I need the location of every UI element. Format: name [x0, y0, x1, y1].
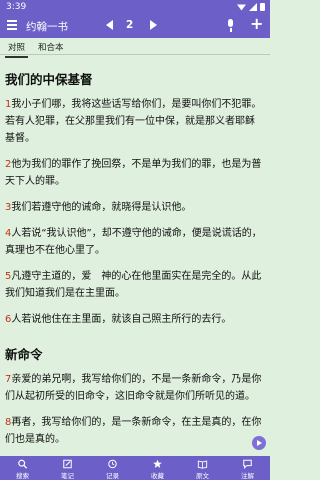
verse[interactable]: 4人若说“我认识他”，却不遵守他的诫命，便是说谎话的，真理也不在他心里了。 [5, 225, 262, 259]
chapter-number[interactable]: 2 [126, 19, 133, 31]
battery-icon [260, 3, 265, 11]
section-heading: 新命令 [5, 347, 43, 362]
verse-text: 凡遵守主道的，爱 神的心在他里面实在是完全的。从此我们知道我们是在主里面。 [5, 271, 262, 299]
verse-text: 他为我们的罪作了挽回祭，不是单为我们的罪，也是为普天下人的罪。 [5, 159, 262, 187]
nav-notes[interactable]: 笔记 [45, 456, 90, 480]
search-icon [18, 459, 28, 469]
verse-text: 亲爱的弟兄啊，我写给你们的，不是一条新命令，乃是你们从起初所受的旧命令，这旧命令… [5, 374, 262, 402]
menu-icon[interactable] [7, 20, 17, 31]
verse-text: 我们若遵守他的诫命，就晓得是认识他。 [11, 202, 192, 213]
book-icon [197, 460, 208, 469]
nav-history[interactable]: 记录 [90, 456, 135, 480]
verse-text: 我小子们哪，我将这些话写给你们，是要叫你们不犯罪。若有人犯罪，在父那里我们有一位… [5, 99, 262, 144]
nav-favorites[interactable]: 收藏 [135, 456, 180, 480]
history-icon [108, 459, 117, 469]
microphone-icon[interactable] [227, 19, 234, 33]
nav-search[interactable]: 搜索 [0, 456, 45, 480]
version-tabs: 对照 和合本 [0, 38, 270, 58]
star-icon [153, 459, 162, 468]
previous-chapter-icon[interactable] [106, 20, 113, 30]
wifi-icon [237, 4, 246, 11]
verse[interactable]: 7亲爱的弟兄啊，我写给你们的，不是一条新命令，乃是你们从起初所受的旧命令，这旧命… [5, 371, 262, 405]
book-title[interactable]: 约翰一书 [26, 19, 68, 34]
play-audio-button[interactable] [252, 436, 266, 450]
verse-text: 人若说“我认识他”，却不遵守他的诫命，便是说谎话的，真理也不在他心里了。 [5, 228, 262, 256]
scripture-content[interactable]: 我们的中保基督 1我小子们哪，我将这些话写给你们，是要叫你们不犯罪。若有人犯罪，… [0, 56, 270, 456]
nav-label: 收藏 [151, 472, 164, 480]
status-icons [237, 3, 265, 11]
nav-label: 原文 [196, 472, 209, 480]
next-chapter-icon[interactable] [150, 20, 157, 30]
nav-original-text[interactable]: 原文 [180, 456, 225, 480]
status-time: 3:39 [6, 2, 27, 12]
verse-text: 人若说他住在主里面，就该自己照主所行的去行。 [11, 314, 232, 325]
comment-icon [243, 459, 252, 469]
bottom-navigation: 搜索 笔记 记录 收藏 原文 注解 [0, 456, 270, 480]
verse-text: 再者，我写给你们的，是一条新命令，在主是真的，在你们也是真的。 [5, 417, 262, 445]
nav-commentary[interactable]: 注解 [225, 456, 270, 480]
section-heading: 我们的中保基督 [5, 72, 93, 87]
nav-label: 注解 [241, 472, 254, 480]
nav-label: 记录 [106, 472, 119, 480]
nav-label: 笔记 [61, 472, 74, 480]
add-icon[interactable]: + [250, 16, 263, 32]
verse[interactable]: 5凡遵守主道的，爱 神的心在他里面实在是完全的。从此我们知道我们是在主里面。 [5, 268, 262, 302]
signal-icon [249, 3, 257, 11]
note-icon [63, 459, 72, 469]
status-bar: 3:39 [0, 0, 270, 14]
app-bar: 约翰一书 2 + [0, 14, 270, 38]
tab-cuv[interactable]: 和合本 [38, 41, 64, 53]
verse[interactable]: 1我小子们哪，我将这些话写给你们，是要叫你们不犯罪。若有人犯罪，在父那里我们有一… [5, 96, 262, 147]
verse[interactable]: 8再者，我写给你们的，是一条新命令，在主是真的，在你们也是真的。 [5, 414, 262, 448]
verse[interactable]: 6人若说他住在主里面，就该自己照主所行的去行。 [5, 311, 262, 328]
verse[interactable]: 2他为我们的罪作了挽回祭，不是单为我们的罪，也是为普天下人的罪。 [5, 156, 262, 190]
nav-label: 搜索 [16, 472, 29, 480]
verse[interactable]: 3我们若遵守他的诫命，就晓得是认识他。 [5, 199, 262, 216]
